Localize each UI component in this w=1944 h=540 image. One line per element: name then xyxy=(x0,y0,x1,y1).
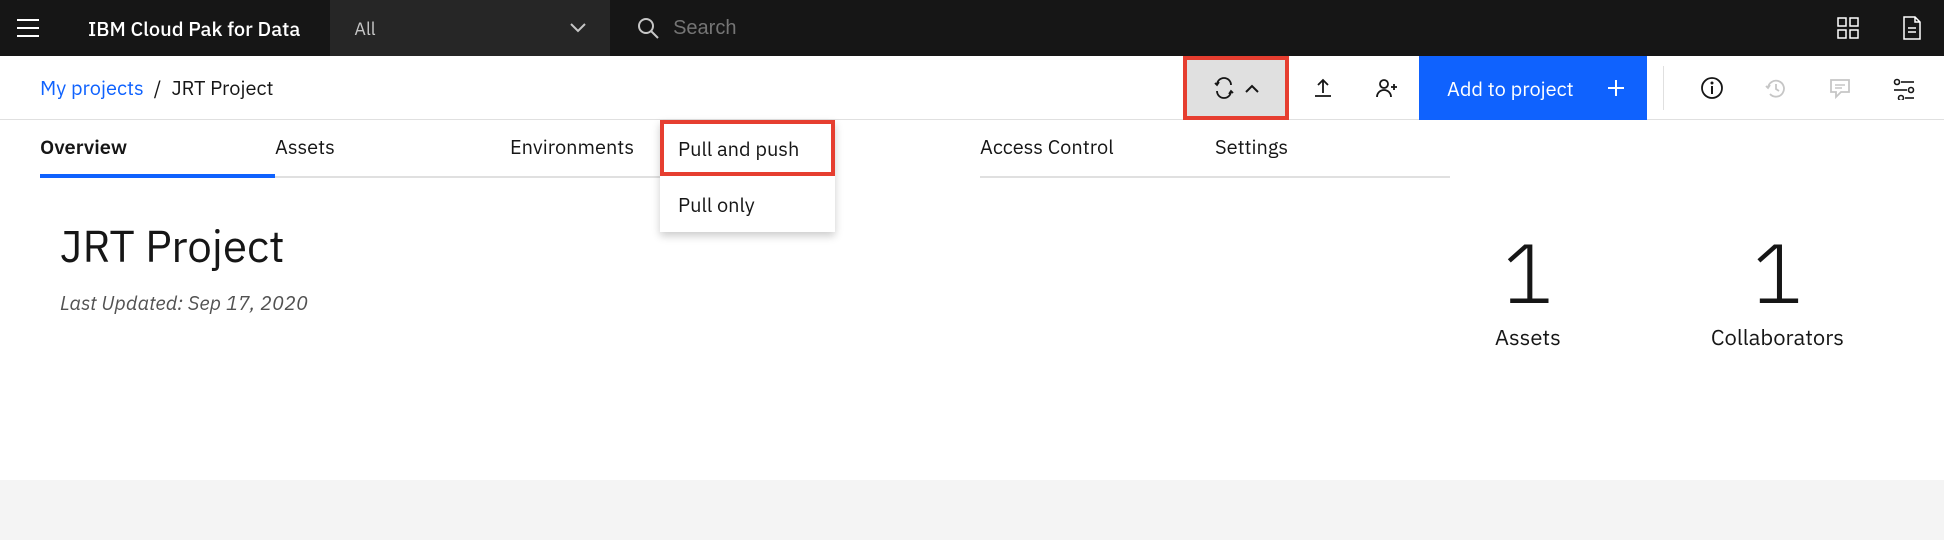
history-button[interactable] xyxy=(1744,76,1808,100)
tune-icon xyxy=(1892,76,1916,100)
tab-settings[interactable]: Settings xyxy=(1215,133,1450,178)
more-settings-button[interactable] xyxy=(1872,76,1936,100)
upload-icon xyxy=(1312,77,1334,99)
project-tabs: Overview Assets Environments Access Cont… xyxy=(0,120,1944,178)
document-icon xyxy=(1902,16,1922,40)
grid-icon xyxy=(1837,17,1859,39)
sync-dropdown-menu: Pull and push Pull only xyxy=(660,120,835,232)
right-icon-group xyxy=(1680,56,1944,120)
stat-collaborators: 1 Collaborators xyxy=(1711,218,1844,352)
plus-icon xyxy=(1607,79,1625,97)
stat-assets-label: Assets xyxy=(1495,323,1561,352)
tab-overview[interactable]: Overview xyxy=(40,133,275,178)
history-icon xyxy=(1764,76,1788,100)
project-last-updated: Last Updated: Sep 17, 2020 xyxy=(60,289,308,316)
filter-label: All xyxy=(354,17,375,40)
hamburger-icon xyxy=(17,19,39,37)
user-plus-icon xyxy=(1375,77,1399,99)
sub-actions: Add to project xyxy=(1183,56,1944,120)
project-title: JRT Project xyxy=(60,218,308,275)
chevron-down-icon xyxy=(570,23,586,33)
sub-bar: My projects / JRT Project xyxy=(0,56,1944,120)
add-to-project-button[interactable]: Add to project xyxy=(1419,56,1647,120)
divider xyxy=(1663,66,1664,110)
apps-button[interactable] xyxy=(1816,0,1880,56)
sync-icon xyxy=(1213,77,1235,99)
top-right-buttons xyxy=(1816,0,1944,56)
sync-option-pull-only[interactable]: Pull only xyxy=(660,176,835,232)
stat-collab-label: Collaborators xyxy=(1711,323,1844,352)
breadcrumb: My projects / JRT Project xyxy=(40,74,274,101)
search-icon xyxy=(628,16,667,40)
top-bar: IBM Cloud Pak for Data All xyxy=(0,0,1944,56)
comments-button[interactable] xyxy=(1808,76,1872,100)
overview-content: JRT Project Last Updated: Sep 17, 2020 1… xyxy=(0,178,1944,392)
chevron-up-icon xyxy=(1245,84,1259,93)
add-collaborator-button[interactable] xyxy=(1355,56,1419,120)
project-stats: 1 Assets 1 Collaborators xyxy=(1495,218,1844,352)
stat-collab-count: 1 xyxy=(1711,218,1844,327)
breadcrumb-root-link[interactable]: My projects xyxy=(40,74,144,101)
footer-strip xyxy=(0,480,1944,540)
search-input[interactable] xyxy=(667,17,1798,40)
stat-assets: 1 Assets xyxy=(1495,218,1561,352)
brand-title: IBM Cloud Pak for Data xyxy=(56,15,330,42)
breadcrumb-separator: / xyxy=(154,74,162,101)
global-search[interactable] xyxy=(610,0,1816,56)
sync-dropdown-button[interactable] xyxy=(1183,56,1289,120)
info-button[interactable] xyxy=(1680,76,1744,100)
hamburger-menu-button[interactable] xyxy=(0,0,56,56)
breadcrumb-current: JRT Project xyxy=(171,74,273,101)
tab-access-control[interactable]: Access Control xyxy=(980,133,1215,178)
add-to-project-label: Add to project xyxy=(1447,75,1574,102)
document-button[interactable] xyxy=(1880,0,1944,56)
info-icon xyxy=(1700,76,1724,100)
tab-assets[interactable]: Assets xyxy=(275,133,510,178)
global-filter-dropdown[interactable]: All xyxy=(330,0,610,56)
stat-assets-count: 1 xyxy=(1495,218,1561,327)
chat-icon xyxy=(1828,76,1852,100)
upload-button[interactable] xyxy=(1291,56,1355,120)
project-heading: JRT Project Last Updated: Sep 17, 2020 xyxy=(60,218,308,316)
sync-option-pull-and-push[interactable]: Pull and push xyxy=(660,120,835,176)
